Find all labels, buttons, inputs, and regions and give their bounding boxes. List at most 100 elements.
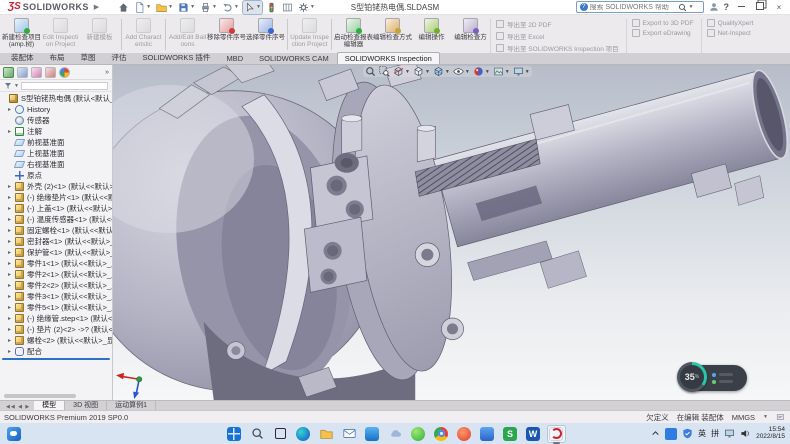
units-dropdown-icon[interactable]: ▼ <box>763 414 768 420</box>
tree-expand-arrow-icon[interactable]: ▸ <box>8 216 15 223</box>
edit-appearance-button[interactable]: ▼ <box>473 66 490 77</box>
search-input[interactable] <box>590 4 676 11</box>
section-view-button[interactable]: ▼ <box>393 66 410 77</box>
panel-tabs-overflow-icon[interactable]: » <box>105 69 109 76</box>
tree-item[interactable]: ▸零件5<1> (默认<<默认>_显示状 <box>0 302 112 313</box>
tree-item[interactable]: ▸(-) 垫片 (2)<2> ->? (默认<<默认 <box>0 324 112 335</box>
tree-item[interactable]: ▸固定螺栓<1> (默认<<默认>_显示 <box>0 225 112 236</box>
dropdown-arrow-icon[interactable]: ▼ <box>425 69 430 75</box>
home-button[interactable] <box>117 1 130 14</box>
columns-button[interactable] <box>281 1 294 14</box>
dropdown-arrow-icon[interactable]: ▼ <box>525 69 530 75</box>
dropdown-arrow-icon[interactable]: ▼ <box>168 4 173 10</box>
tree-expand-arrow-icon[interactable]: ▸ <box>8 249 15 256</box>
tree-item[interactable]: S型铂铑热电偶 (默认<默认_显示状态-1> <box>0 93 112 104</box>
tree-item[interactable]: ▸(-) 温度传感器<1> (默认<<默认>_ <box>0 214 112 225</box>
security-shield-icon[interactable] <box>682 428 693 439</box>
rebuild-button[interactable] <box>265 1 278 14</box>
tree-expand-arrow-icon[interactable]: ▸ <box>8 205 15 212</box>
view-orientation-button[interactable]: ▼ <box>413 66 430 77</box>
widgets-button[interactable] <box>4 425 23 443</box>
tree-item[interactable]: ▸保护管<1> (默认<<默认>_显示状 <box>0 247 112 258</box>
mail-taskbar-button[interactable] <box>340 425 359 443</box>
featuremanager-tab[interactable] <box>3 67 14 78</box>
tray-app-icon[interactable] <box>665 428 677 440</box>
tree-item[interactable]: ▸(-) 绝缘管.step<1> (默认<<默认 <box>0 313 112 324</box>
tree-item[interactable]: ▸螺栓<2> (默认<<默认>_显示状态 <box>0 335 112 346</box>
apply-scene-button[interactable]: ▼ <box>493 66 510 77</box>
tree-expand-arrow-icon[interactable]: ▸ <box>8 260 15 267</box>
close-button[interactable]: × <box>772 1 786 14</box>
help-search-box[interactable]: ? ▼ <box>576 1 704 13</box>
dropdown-arrow-icon[interactable]: ▼ <box>190 4 195 10</box>
save-button[interactable]: ▼ <box>177 1 196 14</box>
undo-button[interactable]: ▼ <box>221 1 240 14</box>
taskbar-clock[interactable]: 15:54 2022/8/15 <box>756 427 787 441</box>
performance-overlay-widget[interactable]: 35% <box>679 365 747 391</box>
tab-装配体[interactable]: 装配体 <box>3 50 42 64</box>
onedrive-taskbar-button[interactable] <box>386 425 405 443</box>
search-icon[interactable] <box>678 3 687 12</box>
tree-item[interactable]: ▸配合 <box>0 346 112 357</box>
select-balloons-button[interactable]: 选择零件序号 <box>246 16 285 53</box>
edit-inspection-button[interactable]: 编辑检查方 <box>451 16 490 53</box>
dropdown-arrow-icon[interactable]: ▼ <box>505 69 510 75</box>
document-tab[interactable]: 模型 <box>34 401 65 410</box>
dropdown-arrow-icon[interactable]: ▼ <box>405 69 410 75</box>
dropdown-arrow-icon[interactable]: ▼ <box>485 69 490 75</box>
dropdown-arrow-icon[interactable]: ▼ <box>310 4 315 10</box>
search-taskbar-button[interactable] <box>248 425 267 443</box>
logo-expand-arrow-icon[interactable]: ▶ <box>94 3 99 11</box>
ime-pinyin-indicator[interactable]: 拼 <box>711 428 719 439</box>
propertymanager-tab[interactable] <box>17 67 28 78</box>
dropdown-arrow-icon[interactable]: ▼ <box>445 69 450 75</box>
display-style-button[interactable]: ▼ <box>433 66 450 77</box>
file-explorer-taskbar-button[interactable] <box>317 425 336 443</box>
launch-report-editor-button[interactable]: 启动检查报表编辑器 <box>334 16 373 53</box>
graphics-viewport[interactable]: ▼▼▼▼▼▼▼ 35% <box>113 65 790 400</box>
tree-expand-arrow-icon[interactable]: ▸ <box>8 106 15 113</box>
model-3d-view[interactable] <box>113 65 790 400</box>
tree-item[interactable]: ▸History <box>0 104 112 115</box>
zoom-area-button[interactable] <box>379 66 390 77</box>
dropdown-arrow-icon[interactable]: ▼ <box>256 4 261 10</box>
filter-dropdown-icon[interactable]: ▼ <box>14 83 19 89</box>
tree-item[interactable]: 右视基准面 <box>0 159 112 170</box>
zoom-fit-button[interactable] <box>365 66 376 77</box>
tree-item[interactable]: 传感器 <box>0 115 112 126</box>
tray-expand-icon[interactable] <box>651 429 660 438</box>
tree-expand-arrow-icon[interactable]: ▸ <box>8 304 15 311</box>
open-button[interactable]: ▼ <box>155 1 174 14</box>
tree-expand-arrow-icon[interactable]: ▸ <box>8 227 15 234</box>
help-button[interactable]: ? <box>724 2 730 12</box>
tree-item[interactable]: ▸零件3<1> (默认<<默认>_显示状 <box>0 291 112 302</box>
start-taskbar-button[interactable] <box>225 425 244 443</box>
dropdown-arrow-icon[interactable]: ▼ <box>212 4 217 10</box>
tree-expand-arrow-icon[interactable]: ▸ <box>8 183 15 190</box>
remove-balloons-button[interactable]: 移除零件序号 <box>207 16 246 53</box>
store-taskbar-button[interactable] <box>363 425 382 443</box>
tree-item[interactable]: 前视基准面 <box>0 137 112 148</box>
volume-icon[interactable] <box>740 428 751 439</box>
displaymanager-tab[interactable] <box>59 67 70 78</box>
display-tray-icon[interactable] <box>724 428 735 439</box>
tree-expand-arrow-icon[interactable]: ▸ <box>8 271 15 278</box>
tab-mbd[interactable]: MBD <box>218 52 251 64</box>
dropdown-arrow-icon[interactable]: ▼ <box>234 4 239 10</box>
tab-solidworks-cam[interactable]: SOLIDWORKS CAM <box>251 52 337 64</box>
new-inspection-project-button[interactable]: 新建检查项目 (amp.树) <box>2 16 41 53</box>
ime-english-indicator[interactable]: 英 <box>698 428 706 439</box>
tree-item[interactable]: ▸外壳 (2)<1> (默认<<默认>_显示状 <box>0 181 112 192</box>
tree-item[interactable]: ▸密封器<1> (默认<<默认>_显示状 <box>0 236 112 247</box>
tree-expand-arrow-icon[interactable]: ▸ <box>8 326 15 333</box>
tree-expand-arrow-icon[interactable]: ▸ <box>8 337 15 344</box>
print-button[interactable]: ▼ <box>199 1 218 14</box>
tree-expand-arrow-icon[interactable]: ▸ <box>8 128 15 135</box>
tree-expand-arrow-icon[interactable]: ▸ <box>8 238 15 245</box>
word-taskbar-button[interactable]: W <box>524 425 543 443</box>
chrome-taskbar-button[interactable] <box>432 425 451 443</box>
app-green-taskbar-button[interactable] <box>409 425 428 443</box>
document-tab[interactable]: 运动算例1 <box>107 401 156 410</box>
tree-item[interactable]: ▸零件1<1> (默认<<默认>_显示状 <box>0 258 112 269</box>
tree-expand-arrow-icon[interactable]: ▸ <box>8 282 15 289</box>
